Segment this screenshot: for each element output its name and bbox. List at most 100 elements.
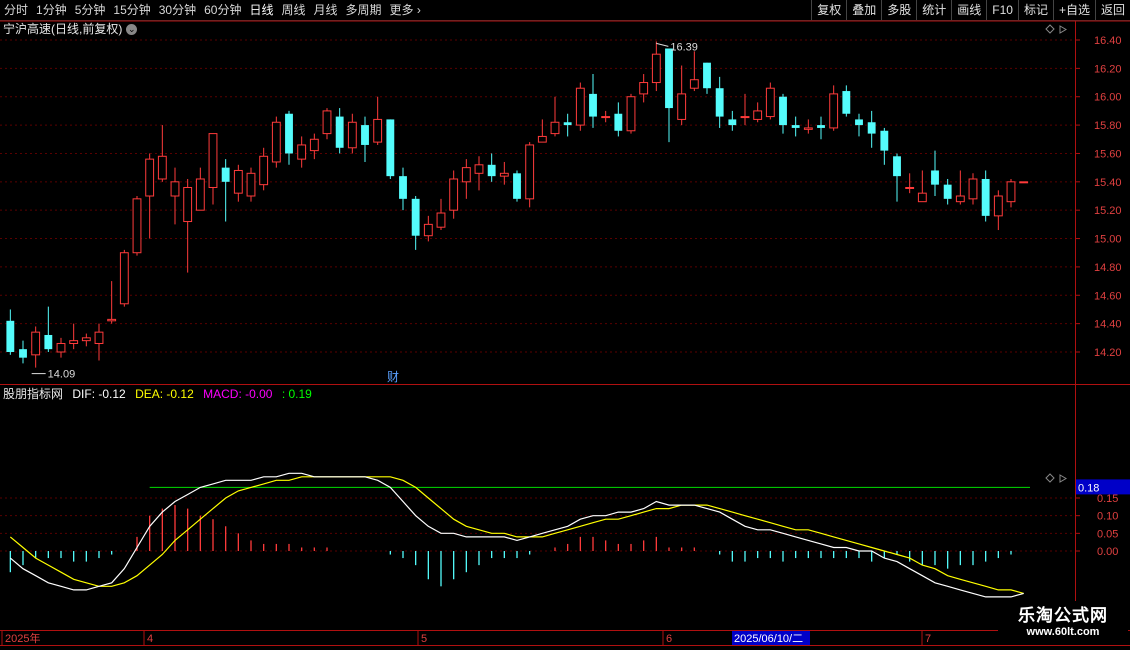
candle-body-up [740, 116, 750, 119]
candle-body-down [817, 125, 825, 128]
price-axis-label: 15.40 [1094, 177, 1122, 189]
candle-body-down [589, 93, 597, 117]
macd-grid [0, 497, 1075, 552]
high-price-label: 16.39 [670, 41, 698, 53]
watermark: 乐淘公式网 www.60lt.com [998, 601, 1128, 638]
candle-body-up [626, 96, 636, 132]
candle-body-up [689, 79, 699, 89]
candle-body-down [703, 62, 711, 89]
candles [6, 41, 1029, 368]
candle-body-down [791, 125, 800, 128]
candle-body-up [81, 337, 91, 342]
macd-lines [9, 472, 1030, 598]
candle-body-up [31, 331, 41, 356]
time-axis: 2025年 4 5 6 7 2025/06/10/二 [1, 631, 931, 645]
candle-body-up [107, 318, 117, 322]
candle-body-up [309, 138, 319, 152]
candle-body-up [132, 198, 142, 254]
chart-canvas[interactable]: 16.40 16.20 16.00 15.80 15.60 15.40 15.20 15.00… [0, 0, 1130, 650]
candle-body-up [803, 127, 813, 130]
candle-body-up [195, 178, 205, 211]
candle-body-down [221, 167, 230, 182]
candle-body-down [728, 119, 737, 126]
diamond-icon[interactable] [1045, 24, 1055, 34]
finance-marker: 财 [387, 370, 399, 384]
candle-body-up [474, 164, 484, 174]
candle-body-down [981, 178, 990, 216]
price-axis-label: 15.00 [1094, 234, 1122, 246]
candle-body-down [44, 334, 53, 350]
candle-body-up [170, 181, 180, 197]
candle-body-down [399, 176, 407, 199]
play-icon-lower[interactable] [1059, 474, 1067, 483]
candle-body-down [563, 122, 572, 126]
time-label-may: 5 [421, 633, 427, 645]
watermark-title: 乐淘公式网 [1018, 606, 1108, 625]
watermark-url: www.60lt.com [1026, 626, 1100, 638]
candle-body-up [347, 121, 357, 149]
price-axis-label: 14.20 [1094, 347, 1122, 359]
candle-body-down [943, 184, 952, 199]
candle-body-up [94, 331, 104, 344]
candle-body-down [19, 349, 27, 358]
candle-body-up [461, 167, 471, 183]
candle-body-up [917, 192, 927, 203]
candle-body-up [537, 135, 547, 143]
price-axis-label: 16.40 [1094, 35, 1122, 47]
candle-body-down [614, 113, 623, 131]
candle-body-down [842, 91, 851, 114]
candle-body-up [119, 252, 129, 305]
play-icon[interactable] [1059, 25, 1067, 34]
candle-body-down [386, 119, 395, 177]
high-marker-line [656, 42, 669, 47]
annotations: 16.39 14.09 财 [31, 41, 698, 384]
macd-axis: 0.15 0.10 0.05 0.00 0.18 [1075, 479, 1130, 558]
price-axis-label: 14.40 [1094, 319, 1122, 331]
time-label-apr: 4 [147, 633, 153, 645]
time-label-jul: 7 [925, 633, 931, 645]
candle-body-up [993, 195, 1003, 217]
candle-body-up [56, 342, 66, 353]
time-label-jun: 6 [666, 633, 672, 645]
candle-body-up [651, 53, 661, 84]
candle-body-down [880, 130, 889, 151]
macd-axis-label: 0.15 [1097, 493, 1118, 505]
candle-body-down [715, 88, 724, 117]
price-axis-label: 14.60 [1094, 290, 1122, 302]
candle-body-down [361, 125, 369, 145]
price-axis-label: 15.60 [1094, 148, 1122, 160]
price-axis-label: 16.00 [1094, 92, 1122, 104]
candle-body-down [867, 122, 876, 134]
candle-body-up [373, 118, 383, 143]
price-axis-label: 15.20 [1094, 205, 1122, 217]
diamond-icon-lower[interactable] [1045, 473, 1055, 483]
candle-body-up [145, 158, 155, 197]
candle-body-up [423, 223, 433, 237]
level-badge-label: 0.18 [1078, 482, 1099, 494]
candle-body-up [765, 87, 775, 118]
candle-body-down [335, 116, 344, 148]
candle-body-up [297, 144, 307, 160]
price-axis-label: 16.20 [1094, 63, 1122, 75]
candle-body-down [6, 320, 15, 352]
time-label-start: 2025年 [5, 631, 40, 645]
candle-body-up [1019, 181, 1029, 184]
price-axis-label: 14.80 [1094, 262, 1122, 274]
macd-axis-label: 0.00 [1097, 546, 1118, 558]
price-axis: 16.40 16.20 16.00 15.80 15.60 15.40 15.20 15.00… [1075, 35, 1122, 359]
macd-histogram [9, 505, 1012, 587]
candle-body-up [449, 178, 459, 211]
candle-body-down [411, 198, 420, 236]
candle-body-down [487, 164, 496, 177]
candle-body-up [157, 155, 167, 180]
candle-body-up [1006, 181, 1016, 203]
candle-body-down [855, 119, 863, 126]
candle-body-down [779, 96, 787, 126]
candle-body-down [513, 173, 521, 199]
price-axis-label: 15.80 [1094, 120, 1122, 132]
candle-body-down [665, 48, 673, 109]
candle-body-up [677, 93, 687, 120]
candle-body-up [322, 110, 332, 135]
candle-body-up [550, 121, 560, 135]
low-price-label: 14.09 [48, 369, 76, 381]
